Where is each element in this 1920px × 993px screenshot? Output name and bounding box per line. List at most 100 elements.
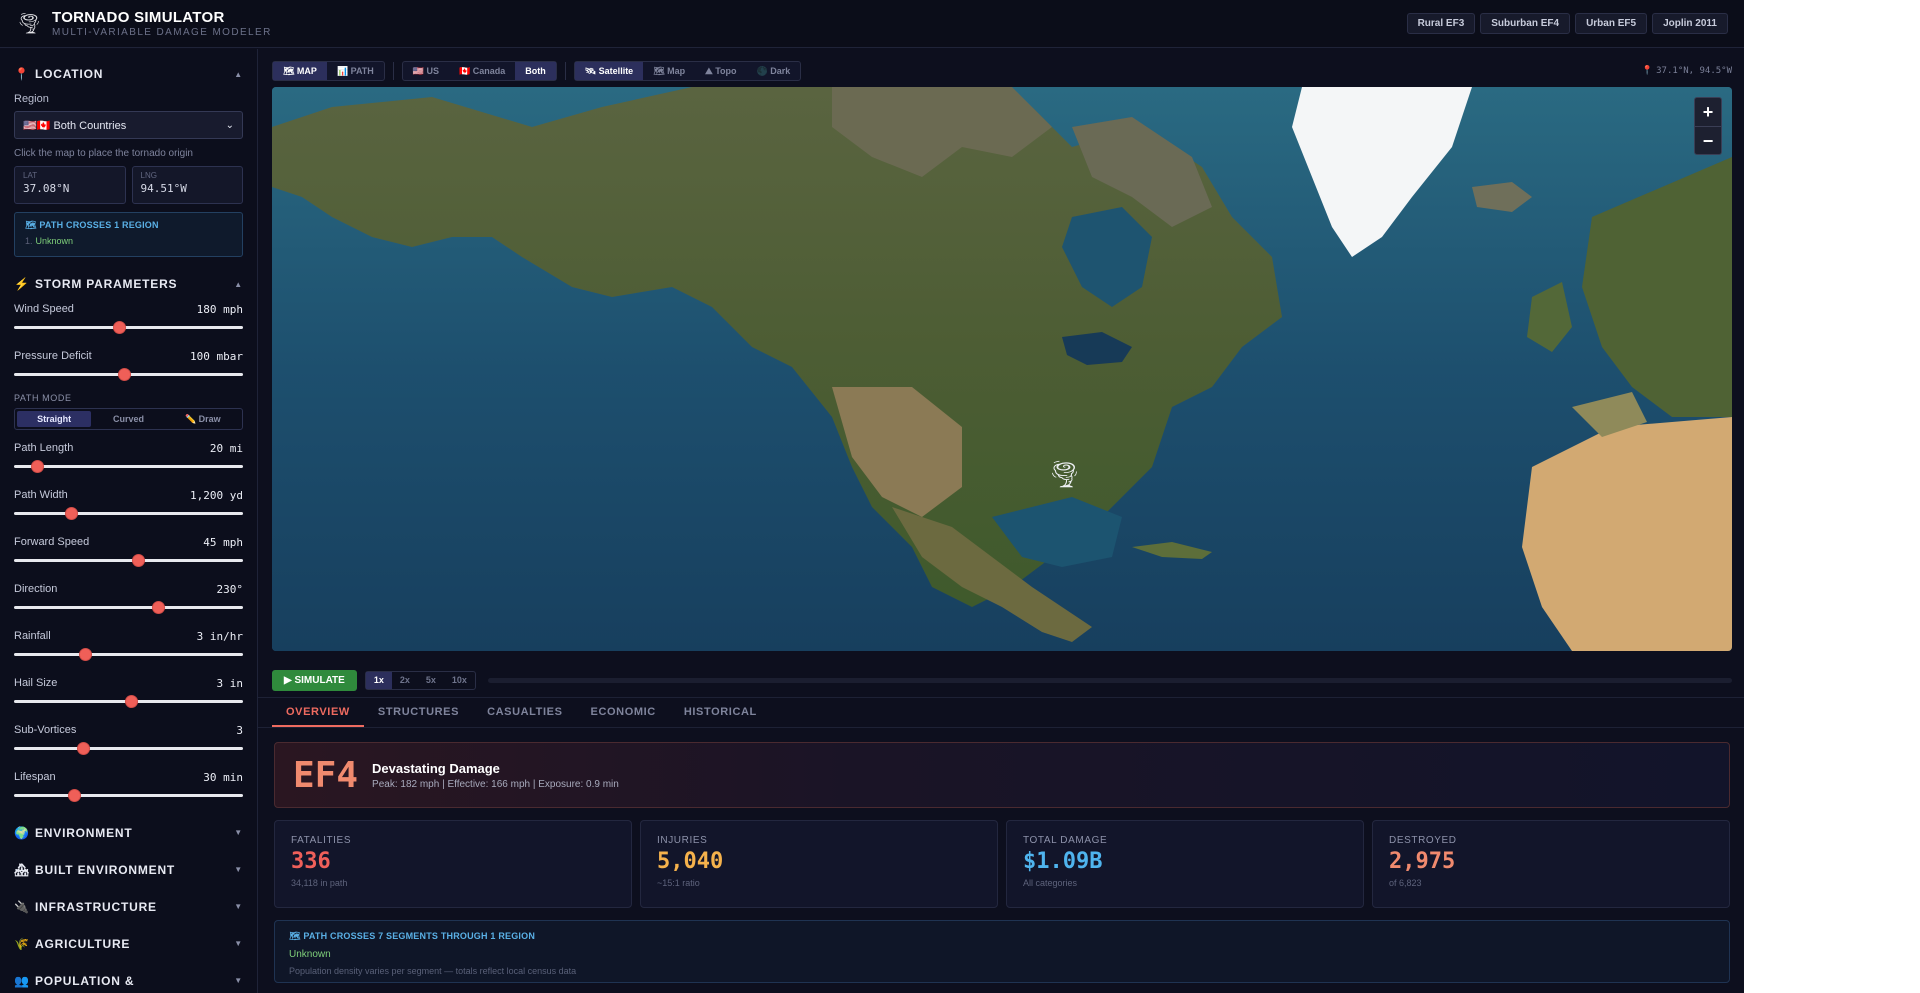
- preset-rural-ef3-button[interactable]: Rural EF3: [1406, 13, 1476, 34]
- globe-icon: 🌍: [14, 825, 30, 840]
- region-select-value: 🇺🇸🇨🇦 Both Countries: [23, 119, 127, 132]
- sidebar: 📍 LOCATION ▲ Region 🇺🇸🇨🇦 Both Countries …: [0, 49, 258, 993]
- country-canada-button[interactable]: 🇨🇦 Canada: [449, 62, 515, 80]
- slider-handle[interactable]: [113, 321, 127, 334]
- preset-joplin-2011-button[interactable]: Joplin 2011: [1652, 13, 1728, 34]
- preset-suburban-ef4-button[interactable]: Suburban EF4: [1480, 13, 1571, 34]
- path-mode-curved[interactable]: Curved: [91, 411, 165, 427]
- storm-section-title: STORM PARAMETERS: [35, 277, 178, 291]
- app-title: TORNADO SIMULATOR: [52, 9, 225, 26]
- country-us-button[interactable]: 🇺🇸 US: [403, 62, 449, 80]
- param-name: Direction: [14, 583, 58, 595]
- path-summary-region: Unknown: [289, 949, 331, 960]
- layer-topo-button[interactable]: ⛰ Topo: [695, 62, 746, 80]
- chevron-down-icon: ⌄: [225, 119, 234, 131]
- param-slider[interactable]: [14, 601, 243, 614]
- layer-dark-button[interactable]: 🌑 Dark: [747, 62, 801, 80]
- infrastructure-section-title: INFRASTRUCTURE: [35, 899, 157, 914]
- param-slider[interactable]: [14, 742, 243, 755]
- power-plug-icon: 🔌: [14, 899, 30, 914]
- speed-5x-button[interactable]: 5x: [418, 672, 444, 689]
- param-slider[interactable]: [14, 507, 243, 520]
- param-lifespan: Lifespan 30 min: [14, 767, 243, 814]
- param-slider[interactable]: [14, 695, 243, 708]
- param-slider[interactable]: [14, 460, 243, 473]
- view-map-button[interactable]: 🗺 MAP: [273, 62, 327, 80]
- slider-handle[interactable]: [65, 507, 79, 520]
- simulation-progress-bar[interactable]: [487, 678, 1732, 683]
- speed-toggle: 1x 2x 5x 10x: [364, 671, 476, 690]
- slider-handle[interactable]: [76, 742, 90, 755]
- tab-economic[interactable]: ECONOMIC: [577, 698, 670, 727]
- location-section-header[interactable]: 📍 LOCATION ▲: [14, 59, 243, 89]
- slider-handle[interactable]: [152, 601, 166, 614]
- people-icon: 👥: [14, 973, 30, 988]
- speed-10x-button[interactable]: 10x: [444, 672, 475, 689]
- zoom-out-button[interactable]: −: [1695, 126, 1721, 154]
- param-slider[interactable]: [14, 554, 243, 567]
- path-mode-draw[interactable]: ✏️ Draw: [166, 411, 240, 427]
- preset-urban-ef5-button[interactable]: Urban EF5: [1575, 13, 1648, 34]
- lat-field[interactable]: LAT 37.08°N: [14, 166, 126, 204]
- tab-structures[interactable]: STRUCTURES: [364, 698, 473, 727]
- storm-section-header[interactable]: ⚡ STORM PARAMETERS ▲: [14, 269, 243, 299]
- slider-handle[interactable]: [78, 648, 92, 661]
- slider-handle[interactable]: [67, 789, 81, 802]
- ef-rating-detail: Peak: 182 mph | Effective: 166 mph | Exp…: [372, 778, 619, 790]
- environment-section-header[interactable]: 🌍 ENVIRONMENT ▼: [14, 814, 243, 851]
- speed-1x-button[interactable]: 1x: [365, 672, 392, 689]
- agriculture-section-header[interactable]: 🌾 AGRICULTURE ▼: [14, 925, 243, 962]
- infrastructure-section-header[interactable]: 🔌 INFRASTRUCTURE ▼: [14, 888, 243, 925]
- param-sub-vortices: Sub-Vortices 3: [14, 720, 243, 767]
- lng-value: 94.51°W: [140, 182, 187, 195]
- zoom-in-button[interactable]: +: [1695, 98, 1721, 126]
- layer-map-button[interactable]: 🗺 Map: [643, 62, 695, 80]
- slider-handle[interactable]: [131, 554, 145, 567]
- stat-sub: 34,118 in path: [291, 878, 348, 888]
- path-mode-straight[interactable]: Straight: [17, 411, 92, 427]
- path-summary-title: 🗺 PATH CROSSES 7 SEGMENTS THROUGH 1 REGI…: [289, 931, 536, 941]
- lng-field[interactable]: LNG 94.51°W: [131, 166, 243, 204]
- slider-handle[interactable]: [117, 368, 131, 381]
- param-name: Sub-Vortices: [14, 724, 77, 736]
- param-name: Wind Speed: [14, 303, 74, 315]
- population-section-header[interactable]: 👥 POPULATION & ▼: [14, 962, 243, 993]
- stat-sub: All categories: [1023, 878, 1078, 888]
- stat-label: FATALITIES: [291, 835, 352, 846]
- param-row: Wind Speed 180 mph: [14, 299, 243, 316]
- param-slider[interactable]: [14, 368, 243, 381]
- tab-overview[interactable]: OVERVIEW: [272, 698, 364, 727]
- speed-2x-button[interactable]: 2x: [392, 672, 418, 689]
- built-environment-section-title: BUILT ENVIRONMENT: [35, 862, 176, 877]
- param-value: 180 mph: [196, 303, 243, 316]
- lng-label: LNG: [140, 171, 157, 180]
- simulate-button[interactable]: ▶ SIMULATE: [272, 670, 357, 691]
- tab-casualties[interactable]: CASUALTIES: [473, 698, 576, 727]
- country-both-button[interactable]: Both: [515, 62, 556, 80]
- built-environment-section-header[interactable]: 🏘 BUILT ENVIRONMENT ▼: [14, 851, 243, 888]
- slider-handle[interactable]: [124, 695, 138, 708]
- path-mode-label: PATH MODE: [14, 393, 72, 403]
- satellite-map[interactable]: + − 🌪: [272, 87, 1732, 651]
- toolbar-divider: [564, 62, 566, 80]
- param-path-width: Path Width 1,200 yd: [14, 485, 243, 532]
- region-select[interactable]: 🇺🇸🇨🇦 Both Countries ⌄: [14, 111, 243, 139]
- stat-card-total-damage: TOTAL DAMAGE $1.09B All categories: [1006, 820, 1364, 908]
- path-region-index: 1.: [25, 236, 33, 246]
- path-summary-box: 🗺 PATH CROSSES 7 SEGMENTS THROUGH 1 REGI…: [274, 920, 1730, 983]
- param-slider[interactable]: [14, 321, 243, 334]
- slider-handle[interactable]: [30, 460, 44, 473]
- expand-icon: ▼: [234, 976, 243, 985]
- path-params-group: Path Length 20 mi Path Width 1,200 yd Forwar…: [14, 438, 243, 814]
- layer-satellite-button[interactable]: 🛰 Satellite: [574, 62, 644, 80]
- view-path-button[interactable]: 📊 PATH: [327, 62, 384, 80]
- wheat-icon: 🌾: [14, 936, 30, 951]
- stat-cards: FATALITIES 336 34,118 in path INJURIES 5…: [274, 820, 1730, 908]
- tab-historical[interactable]: HISTORICAL: [670, 698, 771, 727]
- param-slider[interactable]: [14, 648, 243, 661]
- param-slider[interactable]: [14, 789, 243, 802]
- tornado-marker-icon[interactable]: 🌪: [1048, 459, 1081, 490]
- param-row: Hail Size 3 in: [14, 673, 243, 690]
- agriculture-section-title: AGRICULTURE: [35, 936, 131, 951]
- app-subtitle: MULTI-VARIABLE DAMAGE MODELER: [52, 27, 272, 38]
